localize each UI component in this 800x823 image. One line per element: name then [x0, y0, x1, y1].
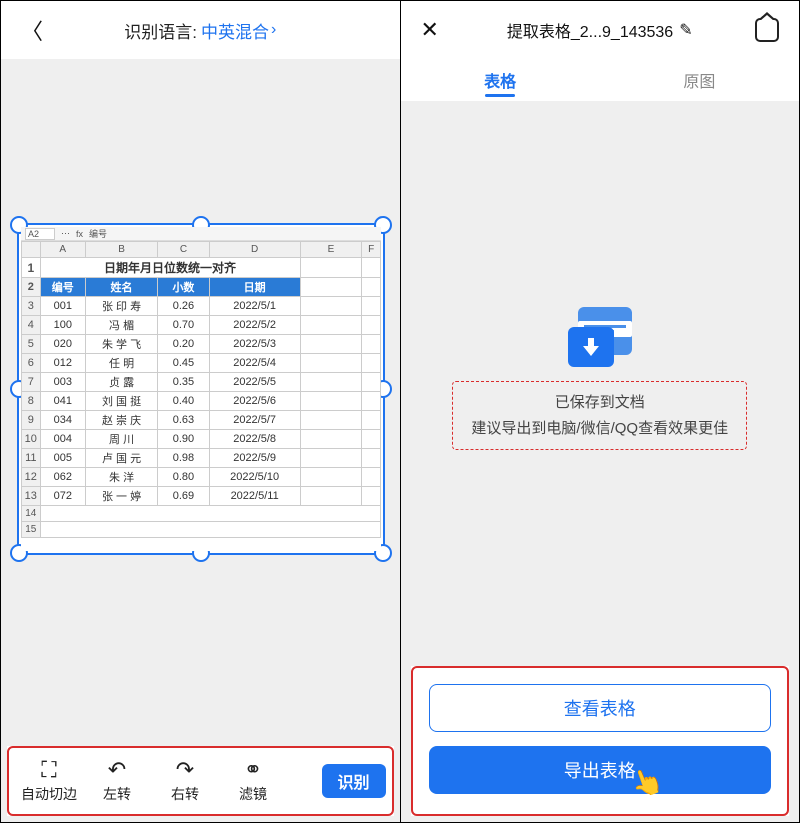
- table-cell: 2022/5/11: [209, 487, 300, 506]
- table-cell: 张 一 婷: [85, 487, 157, 506]
- table-row: 3001张 印 寿0.262022/5/1: [22, 297, 381, 316]
- table-cell: 贞 露: [85, 373, 157, 392]
- table-cell: 100: [40, 316, 85, 335]
- right-panel: ✕ 提取表格_2...9_143536 ✎ 表格 原图 已保存到文档 建议导出到…: [401, 1, 800, 822]
- col-header: E: [300, 242, 362, 258]
- table-cell: 朱 学 飞: [85, 335, 157, 354]
- table-cell: 0.90: [158, 430, 210, 449]
- saved-line1: 已保存到文档: [471, 390, 728, 416]
- back-icon[interactable]: 〈: [21, 14, 43, 46]
- table-cell: 020: [40, 335, 85, 354]
- table-cell: 012: [40, 354, 85, 373]
- table-cell: 0.20: [158, 335, 210, 354]
- left-header: 〈 识别语言: 中英混合 ›: [1, 1, 400, 59]
- table-header: 姓名: [85, 278, 157, 297]
- left-panel: 〈 识别语言: 中英混合 › A2 ⋯fx: [1, 1, 401, 822]
- table-row: 12062朱 洋0.802022/5/10: [22, 468, 381, 487]
- col-header: F: [362, 242, 381, 258]
- table-cell: 0.26: [158, 297, 210, 316]
- table-cell: 2022/5/6: [209, 392, 300, 411]
- table-cell: 朱 洋: [85, 468, 157, 487]
- table-cell: 任 明: [85, 354, 157, 373]
- table-title: 日期年月日位数统一对齐: [40, 258, 300, 278]
- table-cell: 0.69: [158, 487, 210, 506]
- table-header: 日期: [209, 278, 300, 297]
- table-cell: 004: [40, 430, 85, 449]
- table-row: 13072张 一 婷0.692022/5/11: [22, 487, 381, 506]
- table-row: 10004周 川0.902022/5/8: [22, 430, 381, 449]
- home-icon[interactable]: [755, 18, 779, 42]
- table-cell: 072: [40, 487, 85, 506]
- table-cell: 0.63: [158, 411, 210, 430]
- table-cell: 2022/5/1: [209, 297, 300, 316]
- language-selector[interactable]: 识别语言: 中英混合 ›: [124, 18, 276, 43]
- table-cell: 0.80: [158, 468, 210, 487]
- close-icon[interactable]: ✕: [421, 17, 439, 43]
- language-value: 中英混合: [201, 18, 269, 43]
- table-cell: 2022/5/8: [209, 430, 300, 449]
- table-cell: 刘 国 挺: [85, 392, 157, 411]
- table-cell: 003: [40, 373, 85, 392]
- table-header: 编号: [40, 278, 85, 297]
- chevron-right-icon: ›: [271, 21, 276, 39]
- result-body: 已保存到文档 建议导出到电脑/微信/QQ查看效果更佳 查看表格 导出表格 👆: [401, 101, 800, 822]
- crop-box[interactable]: A2 ⋯fx 编号 A B C D E F: [17, 223, 385, 555]
- table-cell: 2022/5/7: [209, 411, 300, 430]
- table-row: 9034赵 崇 庆0.632022/5/7: [22, 411, 381, 430]
- table-cell: 2022/5/2: [209, 316, 300, 335]
- edit-icon[interactable]: ✎: [679, 20, 692, 40]
- col-header: D: [209, 242, 300, 258]
- table-cell: 赵 崇 庆: [85, 411, 157, 430]
- table-cell: 005: [40, 449, 85, 468]
- table-cell: 0.70: [158, 316, 210, 335]
- table-cell: 2022/5/4: [209, 354, 300, 373]
- formula-bar: A2 ⋯fx 编号: [21, 227, 381, 241]
- table-cell: 张 印 寿: [85, 297, 157, 316]
- table-row: 6012任 明0.452022/5/4: [22, 354, 381, 373]
- table-cell: 034: [40, 411, 85, 430]
- col-header: C: [158, 242, 210, 258]
- doc-title[interactable]: 提取表格_2...9_143536 ✎: [507, 18, 693, 42]
- table-cell: 062: [40, 468, 85, 487]
- table-row: 8041刘 国 挺0.402022/5/6: [22, 392, 381, 411]
- highlight-frame: [7, 746, 394, 816]
- crop-stage: A2 ⋯fx 编号 A B C D E F: [1, 59, 400, 822]
- table-cell: 卢 国 元: [85, 449, 157, 468]
- col-header: A: [40, 242, 85, 258]
- right-header: ✕ 提取表格_2...9_143536 ✎: [401, 1, 800, 59]
- table-cell: 2022/5/10: [209, 468, 300, 487]
- table-row: 11005卢 国 元0.982022/5/9: [22, 449, 381, 468]
- saved-line2: 建议导出到电脑/微信/QQ查看效果更佳: [471, 416, 728, 442]
- table-header: 小数: [158, 278, 210, 297]
- table-cell: 2022/5/9: [209, 449, 300, 468]
- table-cell: 001: [40, 297, 85, 316]
- table-cell: 041: [40, 392, 85, 411]
- table-cell: 0.98: [158, 449, 210, 468]
- cell-ref: A2: [25, 228, 55, 240]
- spreadsheet-preview: A2 ⋯fx 编号 A B C D E F: [21, 227, 381, 551]
- formula-content: 编号: [89, 227, 107, 240]
- result-tabs: 表格 原图: [401, 59, 800, 101]
- doc-title-text: 提取表格_2...9_143536: [507, 18, 673, 42]
- tab-original[interactable]: 原图: [600, 59, 799, 101]
- saved-card: 已保存到文档 建议导出到电脑/微信/QQ查看效果更佳: [452, 307, 747, 450]
- highlight-frame: [411, 666, 790, 816]
- table-cell: 0.45: [158, 354, 210, 373]
- table-cell: 2022/5/3: [209, 335, 300, 354]
- table-cell: 2022/5/5: [209, 373, 300, 392]
- download-folder-icon: [568, 307, 632, 367]
- table-cell: 周 川: [85, 430, 157, 449]
- table-row: 5020朱 学 飞0.202022/5/3: [22, 335, 381, 354]
- spreadsheet-table: A B C D E F 1日期年月日位数统一对齐 2 编号 姓名 小数 日: [21, 241, 381, 538]
- saved-message: 已保存到文档 建议导出到电脑/微信/QQ查看效果更佳: [452, 381, 747, 450]
- tab-table[interactable]: 表格: [401, 59, 600, 101]
- language-label: 识别语言:: [124, 18, 197, 43]
- table-cell: 0.35: [158, 373, 210, 392]
- table-row: 7003贞 露0.352022/5/5: [22, 373, 381, 392]
- col-header: B: [85, 242, 157, 258]
- table-cell: 0.40: [158, 392, 210, 411]
- table-cell: 冯 楣: [85, 316, 157, 335]
- table-row: 4100冯 楣0.702022/5/2: [22, 316, 381, 335]
